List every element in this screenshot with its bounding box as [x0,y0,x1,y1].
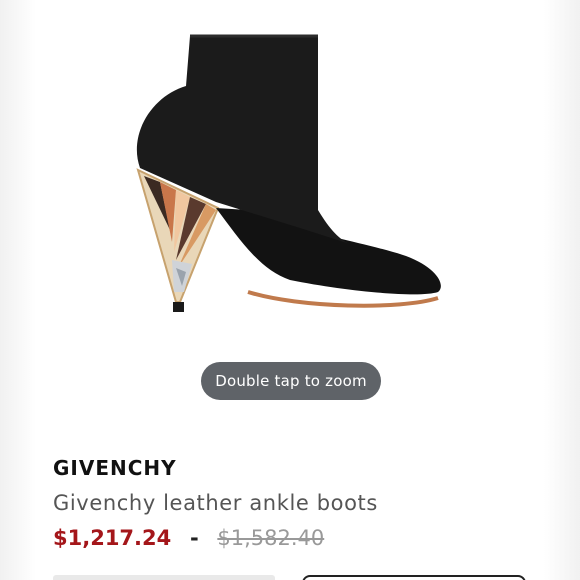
bottom-right-button[interactable] [302,575,526,580]
sale-price: $1,217.24 [53,526,172,550]
zoom-hint-pill: Double tap to zoom [201,362,381,400]
product-screen: Double tap to zoom GIVENCHY Givenchy lea… [0,0,580,580]
product-image[interactable] [120,30,460,330]
bottom-left-button[interactable] [53,575,275,580]
original-price: $1,582.40 [217,526,325,550]
right-edge-shade [544,0,580,580]
left-edge-shade [0,0,36,580]
product-title: Givenchy leather ankle boots [53,491,378,515]
price-separator: - [189,526,199,550]
brand-name[interactable]: GIVENCHY [53,456,177,480]
price-row: $1,217.24 - $1,582.40 [53,526,324,550]
leather-foot [216,208,441,295]
